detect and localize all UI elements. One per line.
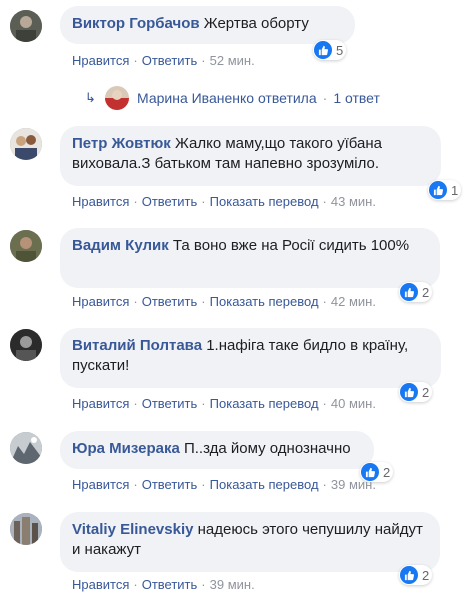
comment-actions: Нравится · Ответить · Показать перевод · 40 ми… [72,396,376,412]
reaction-number: 2 [422,284,430,300]
like-link[interactable]: Нравится [72,194,129,209]
comment-bubble: Vitaliy Elinevskiy надеюсь этого чепушил… [60,512,440,572]
separator: · [133,194,138,209]
like-link[interactable]: Нравится [72,396,129,411]
translate-link[interactable]: Показать перевод [210,477,319,492]
comment-text: Жертва оборту [203,15,309,32]
reaction-count[interactable]: 2 [399,565,433,585]
comment-bubble: Юра Мизерака П..зда йому однозначно [60,431,374,469]
reply-link[interactable]: Ответить [142,294,198,309]
separator: · [201,294,206,309]
comment-bubble: Виталий Полтава 1.нафіга таке бидло в кр… [60,328,441,388]
separator: · [322,477,327,492]
translate-link[interactable]: Показать перевод [210,194,319,209]
comment-author[interactable]: Виктор Горбачов [72,15,200,32]
comment-author[interactable]: Вадим Кулик [72,237,169,254]
reply-count[interactable]: 1 ответ [333,90,380,106]
reaction-number: 2 [422,384,430,400]
reply-arrow-icon: ↳ [85,90,96,105]
avatar[interactable] [10,230,42,262]
separator: · [201,396,206,411]
reaction-number: 5 [336,42,344,58]
separator: · [133,477,138,492]
separator: · [201,477,206,492]
reply-link[interactable]: Ответить [142,477,198,492]
translate-link[interactable]: Показать перевод [210,294,319,309]
like-link[interactable]: Нравится [72,294,129,309]
reaction-count[interactable]: 2 [399,382,433,402]
comment-actions: Нравится · Ответить · Показать перевод · 42 ми… [72,294,376,310]
separator: · [201,194,206,209]
comment-author[interactable]: Петр Жовтюк [72,135,171,152]
like-link[interactable]: Нравится [72,577,129,592]
separator: · [133,53,138,68]
avatar[interactable] [10,513,42,545]
like-link[interactable]: Нравится [72,53,129,68]
comment-text: Та воно вже на Росії сидить 100% [172,237,410,254]
thumbs-up-icon [400,566,418,584]
separator: · [133,294,138,309]
separator: · [322,194,327,209]
like-link[interactable]: Нравится [72,477,129,492]
timestamp[interactable]: 39 мин. [331,477,376,492]
separator: · [201,53,206,68]
reply-link[interactable]: Ответить [142,53,198,68]
separator: · [322,294,327,309]
reply-avatar [105,86,129,110]
timestamp[interactable]: 40 мин. [331,396,376,411]
timestamp[interactable]: 39 мин. [210,577,255,592]
avatar[interactable] [10,329,42,361]
reaction-number: 2 [383,464,391,480]
comment-author[interactable]: Виталий Полтава [72,337,202,354]
comment-author[interactable]: Юра Мизерака [72,440,180,457]
reply-link[interactable]: Ответить [142,396,198,411]
comment-bubble: Петр Жовтюк Жалко маму,що такого уїбана … [60,126,441,186]
thumbs-up-icon [400,383,418,401]
comment-actions: Нравится · Ответить · Показать перевод · 39 ми… [72,477,376,493]
comment-actions: Нравится · Ответить · Показать перевод · 43 ми… [72,194,376,210]
thumbs-up-icon [429,181,447,199]
timestamp[interactable]: 42 мин. [331,294,376,309]
translate-link[interactable]: Показать перевод [210,396,319,411]
reaction-number: 2 [422,567,430,583]
avatar[interactable] [10,128,42,160]
separator: · [133,577,138,592]
timestamp[interactable]: 43 мин. [331,194,376,209]
thumbs-up-icon [400,283,418,301]
reply-link[interactable]: Ответить [142,194,198,209]
separator: · [201,577,206,592]
reaction-count[interactable]: 5 [313,40,347,60]
thumbs-up-icon [314,41,332,59]
timestamp[interactable]: 52 мин. [210,53,255,68]
separator: · [322,396,327,411]
avatar[interactable] [10,432,42,464]
comment-actions: Нравится · Ответить · 52 мин. [72,53,255,69]
comment-author[interactable]: Vitaliy Elinevskiy [72,521,193,538]
avatar[interactable] [10,10,42,42]
reaction-count[interactable]: 1 [428,180,462,200]
comment-text: П..зда йому однозначно [183,440,351,457]
comment-bubble: Виктор Горбачов Жертва оборту [60,6,355,44]
comment-bubble: Вадим Кулик Та воно вже на Росії сидить … [60,228,440,288]
reaction-number: 1 [451,182,459,198]
reply-summary-text[interactable]: Марина Иваненко ответила [137,90,317,106]
comment-actions: Нравится · Ответить · 39 мин. [72,577,255,593]
separator: · [133,396,138,411]
reply-link[interactable]: Ответить [142,577,198,592]
separator: · [322,90,328,106]
reaction-count[interactable]: 2 [399,282,433,302]
reply-summary[interactable]: ↳ Марина Иваненко ответила · 1 ответ [85,86,380,110]
